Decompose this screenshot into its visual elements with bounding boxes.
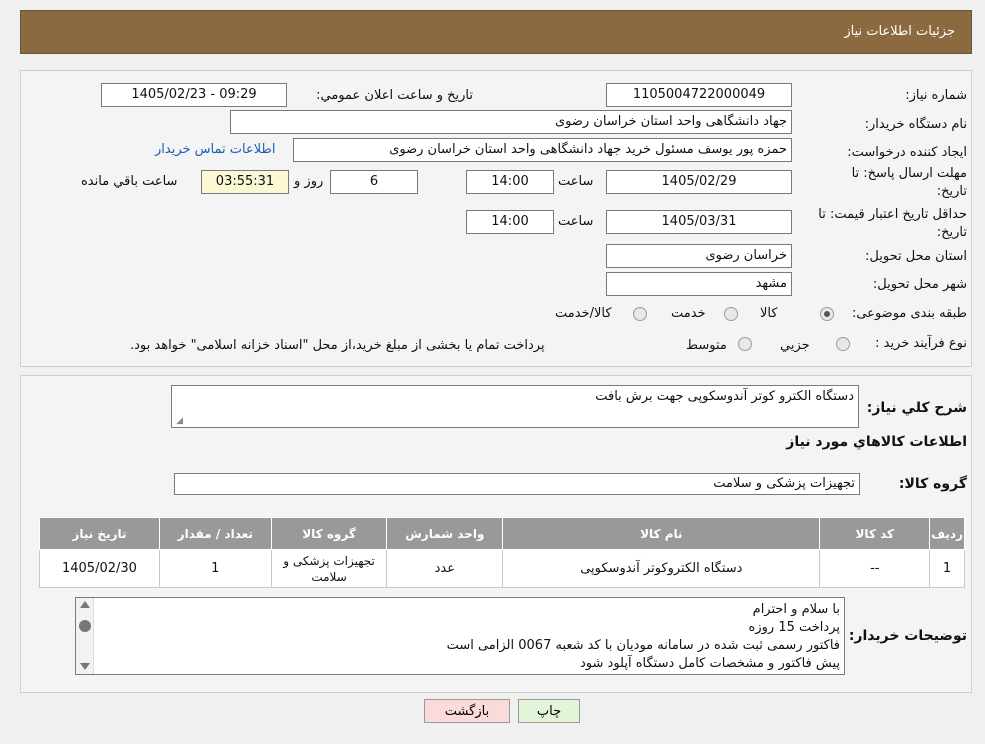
cell-group: تجهیزات پزشکی و سلامت xyxy=(270,549,388,588)
col-header-name: نام کالا xyxy=(502,517,821,550)
validity-label: حداقل تاريخ اعتبار قيمت: تا xyxy=(818,207,967,222)
cell-need-date: 1405/02/30 xyxy=(39,549,160,588)
announce-date-field: 1405/02/23 - 09:29 xyxy=(101,83,287,107)
category-goods-service-label: کالا/خدمت xyxy=(555,306,612,321)
validity-time-field: 14:00 xyxy=(466,210,554,234)
validity-label-date: تاريخ: xyxy=(936,225,967,240)
category-goods-label: کالا xyxy=(760,306,778,321)
buyer-notes-textarea[interactable]: با سلام و احترام پرداخت 15 روزه فاکتور ر… xyxy=(75,597,845,675)
buyer-notes-label: توضيحات خريدار: xyxy=(848,628,967,644)
city-field: مشهد xyxy=(606,272,792,296)
category-service-label: خدمت xyxy=(671,306,706,321)
process-radio-medium[interactable] xyxy=(738,337,752,351)
goods-table: رديف کد کالا نام کالا واحد شمارش گروه کا… xyxy=(39,517,965,588)
scroll-down-icon[interactable] xyxy=(80,663,90,670)
print-button[interactable]: چاپ xyxy=(518,699,580,723)
requester-label: ايجاد کننده درخواست: xyxy=(847,145,967,160)
need-number-label: شماره نیاز: xyxy=(905,88,967,103)
col-header-quantity: تعداد / مقدار xyxy=(158,517,272,550)
table-row: 1 -- دستگاه الکتروکوتر آندوسکوپی عدد تجه… xyxy=(39,549,965,588)
resize-handle-icon: ◢ xyxy=(176,416,183,426)
col-header-group: گروه کالا xyxy=(270,517,388,550)
summary-label: شرح کلي نياز: xyxy=(866,400,967,416)
need-number-field: 1105004722000049 xyxy=(606,83,792,107)
col-header-row-number: رديف xyxy=(929,517,965,550)
announce-label: تاریخ و ساعت اعلان عمومي: xyxy=(316,88,473,103)
cell-row-number: 1 xyxy=(929,549,965,588)
back-button[interactable]: بازگشت xyxy=(424,699,510,723)
category-radio-goods-service[interactable] xyxy=(633,307,647,321)
treasury-note: پرداخت تمام يا بخشی از مبلغ خريد،از محل … xyxy=(130,338,545,353)
buyer-notes-line: پیش فاکتور و مشخصات کامل دستگاه آپلود شو… xyxy=(580,656,840,671)
buyer-notes-line: فاکتور رسمی ثبت شده در سامانه مودیان با … xyxy=(446,638,840,653)
process-label: نوع فرآيند خريد : xyxy=(875,336,967,351)
col-header-need-date: تاريخ نياز xyxy=(39,517,160,550)
days-field: 6 xyxy=(330,170,418,194)
remaining-label: ساعت باقي مانده xyxy=(81,174,178,189)
requester-field: حمزه پور یوسف مسئول خرید جهاد دانشگاهی و… xyxy=(293,138,792,162)
contact-buyer-link[interactable]: اطلاعات تماس خريدار xyxy=(155,142,275,157)
table-header-row: رديف کد کالا نام کالا واحد شمارش گروه کا… xyxy=(39,517,965,550)
validity-time-label: ساعت xyxy=(558,214,594,229)
cell-code: -- xyxy=(819,549,931,588)
deadline-time-field: 14:00 xyxy=(466,170,554,194)
scroll-up-icon[interactable] xyxy=(80,601,90,608)
process-minor-label: جزيي xyxy=(780,338,810,353)
notes-scrollbar[interactable] xyxy=(76,598,94,674)
days-label: روز و xyxy=(294,174,324,189)
page-header: جزئیات اطلاعات نیاز xyxy=(20,10,972,54)
goods-group-field: تجهیزات پزشکی و سلامت xyxy=(174,473,860,495)
validity-date-field: 1405/03/31 xyxy=(606,210,792,234)
buyer-org-field: جهاد دانشگاهی واحد استان خراسان رضوی xyxy=(230,110,792,134)
buyer-notes-line: پرداخت 15 روزه xyxy=(748,620,840,635)
category-radio-goods[interactable] xyxy=(820,307,834,321)
category-label: طبقه بندی موضوعی: xyxy=(851,306,967,321)
cell-name: دستگاه الکتروکوتر آندوسکوپی xyxy=(502,549,821,588)
province-field: خراسان رضوی xyxy=(606,244,792,268)
city-label: شهر محل تحويل: xyxy=(872,277,967,292)
scroll-thumb[interactable] xyxy=(79,620,91,632)
deadline-time-label: ساعت xyxy=(558,174,594,189)
goods-group-label: گروه کالا: xyxy=(898,476,967,492)
buyer-notes-line: با سلام و احترام xyxy=(752,602,840,617)
category-radio-service[interactable] xyxy=(724,307,738,321)
summary-textarea[interactable]: دستگاه الکترو کوتر آندوسکوپی جهت برش باف… xyxy=(171,385,859,428)
goods-info-title: اطلاعات کالاهاي مورد نياز xyxy=(786,434,967,450)
col-header-unit: واحد شمارش xyxy=(386,517,504,550)
deadline-label: مهلت ارسال پاسخ: تا xyxy=(851,166,967,181)
cell-unit: عدد xyxy=(386,549,504,588)
process-medium-label: متوسط xyxy=(686,338,727,353)
deadline-date-field: 1405/02/29 xyxy=(606,170,792,194)
buyer-org-label: نام دستگاه خريدار: xyxy=(864,117,967,132)
process-radio-minor[interactable] xyxy=(836,337,850,351)
page-title: جزئیات اطلاعات نیاز xyxy=(844,24,955,39)
col-header-code: کد کالا xyxy=(819,517,931,550)
remaining-time-field: 03:55:31 xyxy=(201,170,289,194)
province-label: استان محل تحويل: xyxy=(865,249,967,264)
cell-quantity: 1 xyxy=(158,549,272,588)
deadline-label-date: تاريخ: xyxy=(936,184,967,199)
